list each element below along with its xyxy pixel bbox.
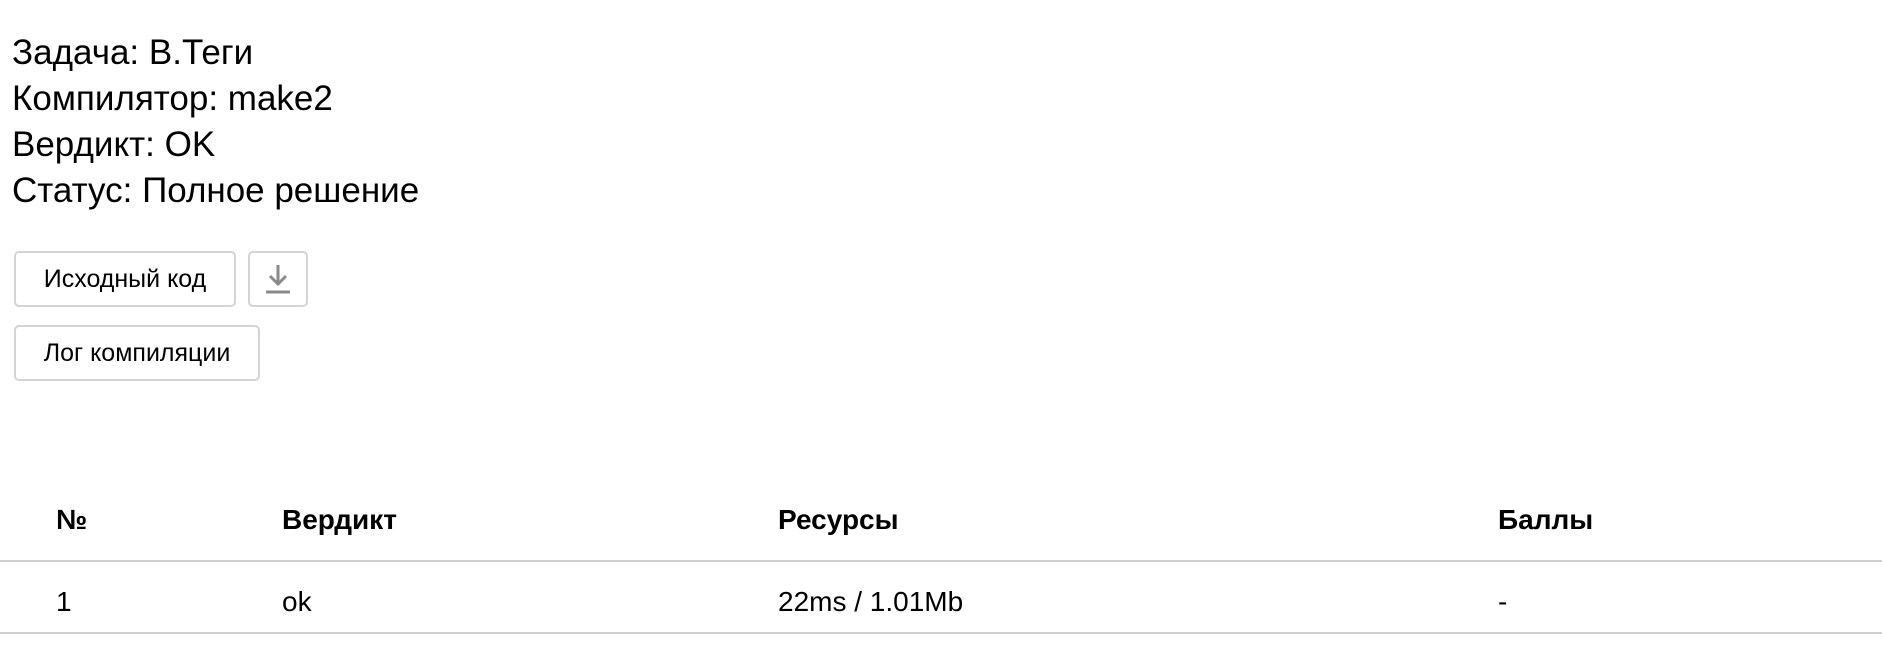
cell-verdict: ok (282, 586, 312, 617)
header-verdict: Вердикт (282, 504, 397, 535)
table-header-row: № Вердикт Ресурсы Баллы (0, 480, 1882, 562)
cell-score: - (1498, 586, 1508, 617)
header-number: № (56, 504, 88, 535)
verdict-line: Вердикт: OK (12, 125, 216, 164)
tests-table: № Вердикт Ресурсы Баллы 1 ok 22ms / 1.01… (0, 480, 1882, 634)
cell-number: 1 (56, 586, 72, 617)
status-line: Статус: Полное решение (12, 171, 420, 210)
header-resources: Ресурсы (778, 504, 899, 535)
download-button[interactable] (248, 251, 308, 307)
source-code-button[interactable]: Исходный код (14, 251, 236, 307)
submission-info: Задача: B.Теги Компилятор: make2 Вердикт… (12, 30, 419, 214)
task-line: Задача: B.Теги (12, 33, 254, 72)
header-score: Баллы (1498, 504, 1594, 535)
download-icon (266, 265, 290, 294)
table-row: 1 ok 22ms / 1.01Mb - (0, 562, 1882, 634)
cell-resources: 22ms / 1.01Mb (778, 586, 964, 617)
compiler-line: Компилятор: make2 (12, 79, 333, 118)
compile-log-button[interactable]: Лог компиляции (14, 325, 260, 381)
